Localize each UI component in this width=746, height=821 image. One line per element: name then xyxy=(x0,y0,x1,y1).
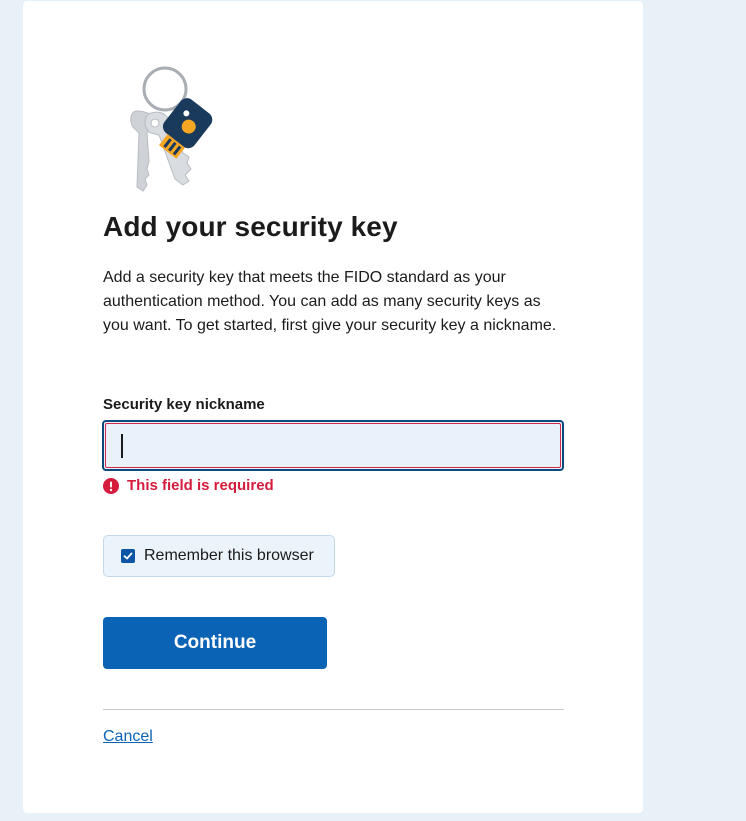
text-cursor xyxy=(121,434,123,458)
cancel-link[interactable]: Cancel xyxy=(103,728,153,746)
nickname-field-container xyxy=(102,420,564,471)
remember-browser-label: Remember this browser xyxy=(144,547,314,564)
error-message: This field is required xyxy=(103,477,274,494)
main-card: Add your security key Add a security key… xyxy=(23,1,643,813)
remember-browser-checkbox[interactable]: Remember this browser xyxy=(103,535,335,577)
error-text: This field is required xyxy=(127,477,274,494)
intro-text: Add a security key that meets the FIDO s… xyxy=(103,269,557,334)
exclamation-circle-icon xyxy=(103,477,119,494)
checkbox-checked[interactable] xyxy=(121,549,135,563)
divider xyxy=(103,709,564,710)
security-key-illustration-icon xyxy=(130,66,213,192)
check-icon xyxy=(123,552,133,560)
nickname-label: Security key nickname xyxy=(103,396,265,413)
page-title: Add your security key xyxy=(103,211,398,242)
nickname-input[interactable] xyxy=(104,422,562,469)
continue-button[interactable]: Continue xyxy=(103,617,327,669)
